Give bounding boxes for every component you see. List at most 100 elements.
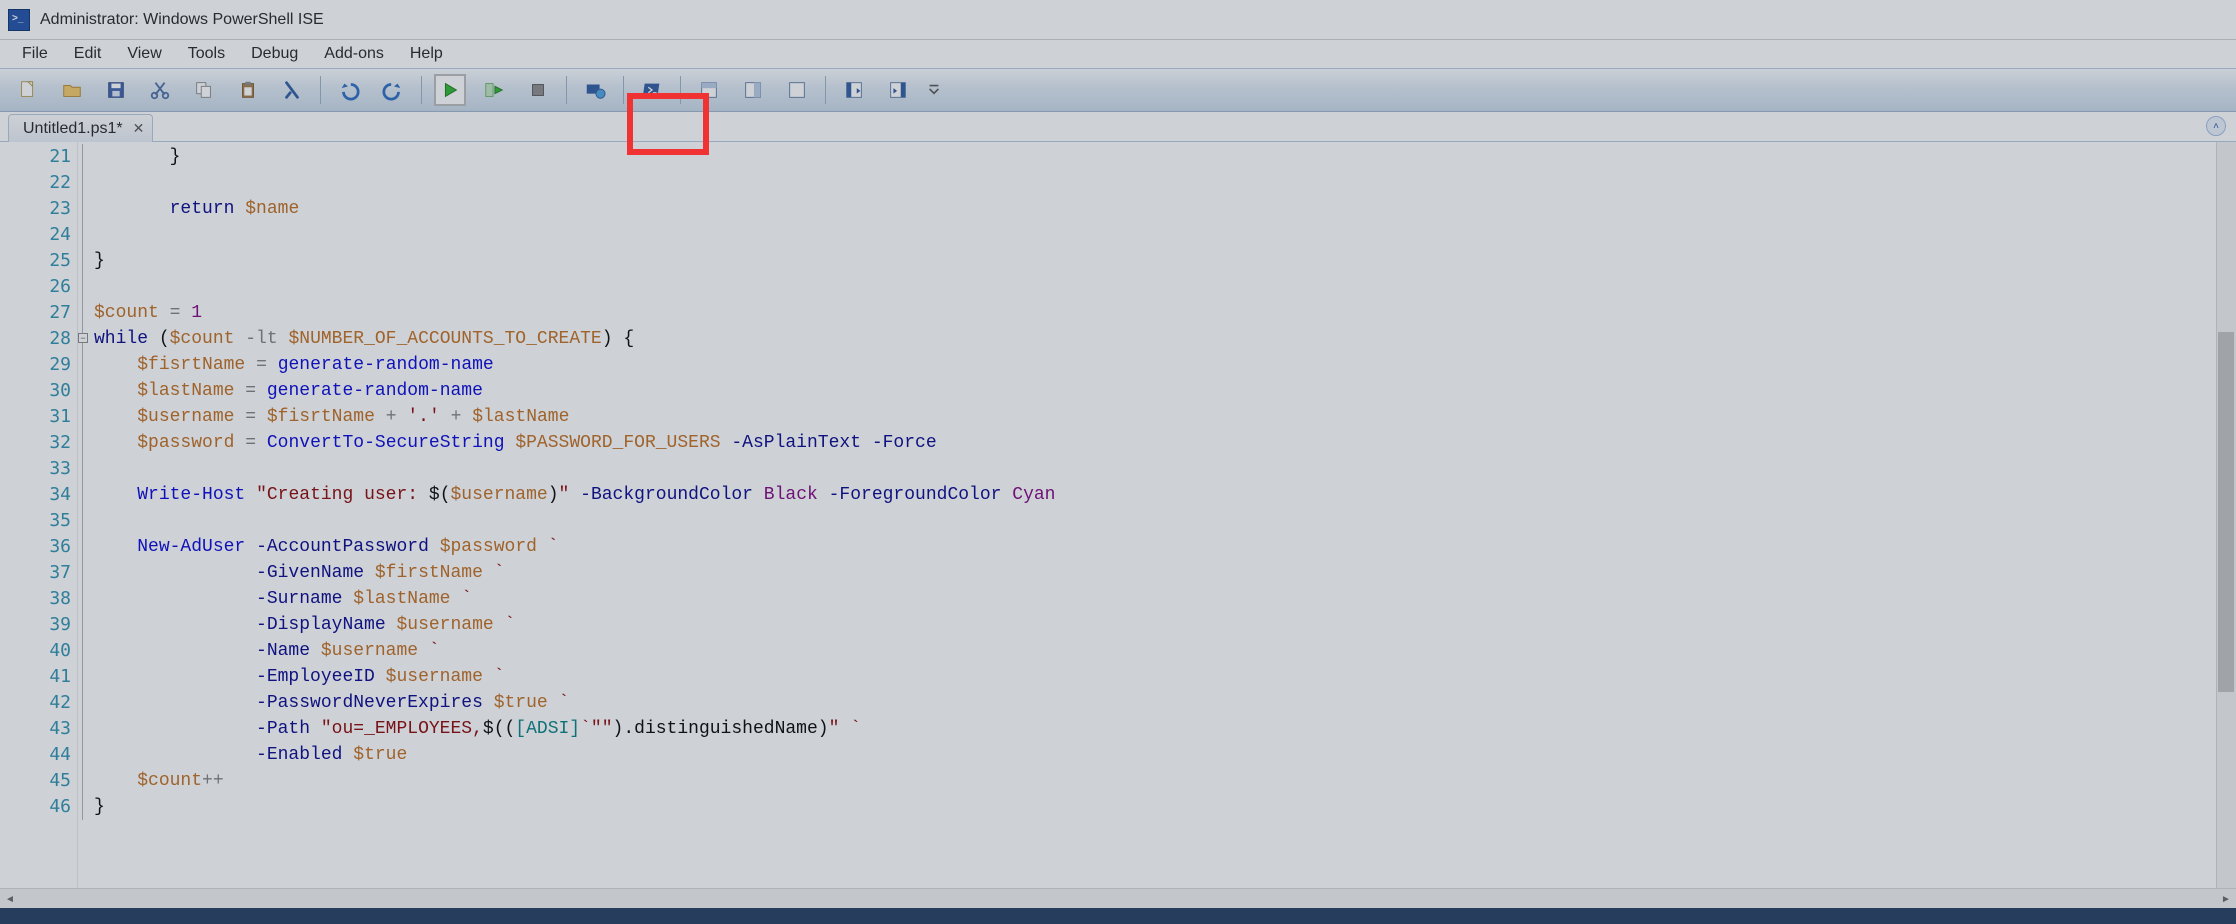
line-number: 29	[0, 352, 77, 378]
new-file-icon[interactable]	[12, 74, 44, 106]
code-line[interactable]	[94, 170, 2236, 196]
menu-bar: FileEditViewToolsDebugAdd-onsHelp	[0, 40, 2236, 68]
paste-icon[interactable]	[232, 74, 264, 106]
code-line[interactable]: $count++	[94, 768, 2236, 794]
window-title: Administrator: Windows PowerShell ISE	[40, 11, 324, 29]
horizontal-scrollbar[interactable]: ◄ ►	[0, 888, 2236, 908]
line-number: 40	[0, 638, 77, 664]
stop-icon[interactable]	[522, 74, 554, 106]
code-line[interactable]	[94, 456, 2236, 482]
menu-add-ons[interactable]: Add-ons	[312, 42, 396, 66]
close-icon[interactable]: ✕	[133, 120, 145, 137]
vertical-scrollbar-thumb[interactable]	[2218, 332, 2234, 692]
scroll-left-icon[interactable]: ◄	[1, 890, 19, 908]
code-line[interactable]: -DisplayName $username `	[94, 612, 2236, 638]
show-command-icon[interactable]	[838, 74, 870, 106]
line-number: 33	[0, 456, 77, 482]
copy-icon[interactable]	[188, 74, 220, 106]
open-file-icon[interactable]	[56, 74, 88, 106]
vertical-scrollbar[interactable]	[2216, 142, 2236, 908]
code-line[interactable]: -Name $username `	[94, 638, 2236, 664]
code-line[interactable]: -Path "ou=_EMPLOYEES,$(([ADSI]`"").disti…	[94, 716, 2236, 742]
menu-file[interactable]: File	[10, 42, 60, 66]
show-right-icon[interactable]	[737, 74, 769, 106]
code-line[interactable]: }	[94, 144, 2236, 170]
menu-debug[interactable]: Debug	[239, 42, 310, 66]
line-number: 22	[0, 170, 77, 196]
line-number: 41	[0, 664, 77, 690]
menu-edit[interactable]: Edit	[62, 42, 114, 66]
tool-bar	[0, 68, 2236, 112]
line-number: 39	[0, 612, 77, 638]
code-line[interactable]: $fisrtName = generate-random-name	[94, 352, 2236, 378]
line-number: 32	[0, 430, 77, 456]
line-number: 23	[0, 196, 77, 222]
code-line[interactable]: $password = ConvertTo-SecureString $PASS…	[94, 430, 2236, 456]
code-line[interactable]: -Surname $lastName `	[94, 586, 2236, 612]
line-number: 30	[0, 378, 77, 404]
code-line[interactable]	[94, 222, 2236, 248]
line-number: 34	[0, 482, 77, 508]
run-selection-icon[interactable]	[478, 74, 510, 106]
line-number: 36	[0, 534, 77, 560]
remote-powershell-icon[interactable]	[579, 74, 611, 106]
code-line[interactable]: -GivenName $firstName `	[94, 560, 2236, 586]
line-number: 43	[0, 716, 77, 742]
redo-icon[interactable]	[377, 74, 409, 106]
clear-icon[interactable]	[276, 74, 308, 106]
powershell-icon[interactable]	[636, 74, 668, 106]
code-line[interactable]: -EmployeeID $username `	[94, 664, 2236, 690]
undo-icon[interactable]	[333, 74, 365, 106]
toolbar-separator	[320, 76, 321, 104]
cut-icon[interactable]	[144, 74, 176, 106]
toolbar-separator	[680, 76, 681, 104]
line-number: 37	[0, 560, 77, 586]
show-max-icon[interactable]	[781, 74, 813, 106]
line-number: 25	[0, 248, 77, 274]
line-number: 46	[0, 794, 77, 820]
code-line[interactable]	[94, 508, 2236, 534]
line-number: 42	[0, 690, 77, 716]
collapse-script-pane-icon[interactable]: ˄	[2206, 116, 2226, 136]
scroll-right-icon[interactable]: ►	[2217, 890, 2235, 908]
code-line[interactable]: $username = $fisrtName + '.' + $lastName	[94, 404, 2236, 430]
line-number: 26	[0, 274, 77, 300]
title-bar: Administrator: Windows PowerShell ISE	[0, 0, 2236, 40]
run-script-icon[interactable]	[434, 74, 466, 106]
toolbar-overflow-icon[interactable]	[926, 74, 942, 106]
console-pane-edge	[0, 908, 2236, 924]
menu-view[interactable]: View	[115, 42, 173, 66]
code-line[interactable]: -Enabled $true	[94, 742, 2236, 768]
code-folding-column[interactable]: −	[78, 142, 94, 908]
menu-help[interactable]: Help	[398, 42, 455, 66]
editor-tab[interactable]: Untitled1.ps1* ✕	[8, 114, 153, 142]
toolbar-separator	[566, 76, 567, 104]
code-line[interactable]: Write-Host "Creating user: $($username)"…	[94, 482, 2236, 508]
code-line[interactable]: }	[94, 794, 2236, 820]
line-number: 38	[0, 586, 77, 612]
editor-pane[interactable]: 2122232425262728293031323334353637383940…	[0, 142, 2236, 908]
toolbar-separator	[421, 76, 422, 104]
save-icon[interactable]	[100, 74, 132, 106]
show-top-icon[interactable]	[693, 74, 725, 106]
code-editor[interactable]: } return $name} $count = 1while ($count -…	[94, 142, 2236, 908]
line-number: 31	[0, 404, 77, 430]
line-number: 44	[0, 742, 77, 768]
menu-tools[interactable]: Tools	[176, 42, 237, 66]
code-line[interactable]: return $name	[94, 196, 2236, 222]
line-number: 24	[0, 222, 77, 248]
code-line[interactable]: }	[94, 248, 2236, 274]
tab-title: Untitled1.ps1*	[23, 120, 123, 138]
show-command-addon-icon[interactable]	[882, 74, 914, 106]
line-number: 27	[0, 300, 77, 326]
code-line[interactable]: while ($count -lt $NUMBER_OF_ACCOUNTS_TO…	[94, 326, 2236, 352]
line-number: 35	[0, 508, 77, 534]
fold-toggle-icon[interactable]: −	[78, 333, 88, 343]
code-line[interactable]	[94, 274, 2236, 300]
code-line[interactable]: $count = 1	[94, 300, 2236, 326]
line-number-gutter: 2122232425262728293031323334353637383940…	[0, 142, 78, 908]
toolbar-separator	[825, 76, 826, 104]
code-line[interactable]: -PasswordNeverExpires $true `	[94, 690, 2236, 716]
code-line[interactable]: New-AdUser -AccountPassword $password `	[94, 534, 2236, 560]
code-line[interactable]: $lastName = generate-random-name	[94, 378, 2236, 404]
